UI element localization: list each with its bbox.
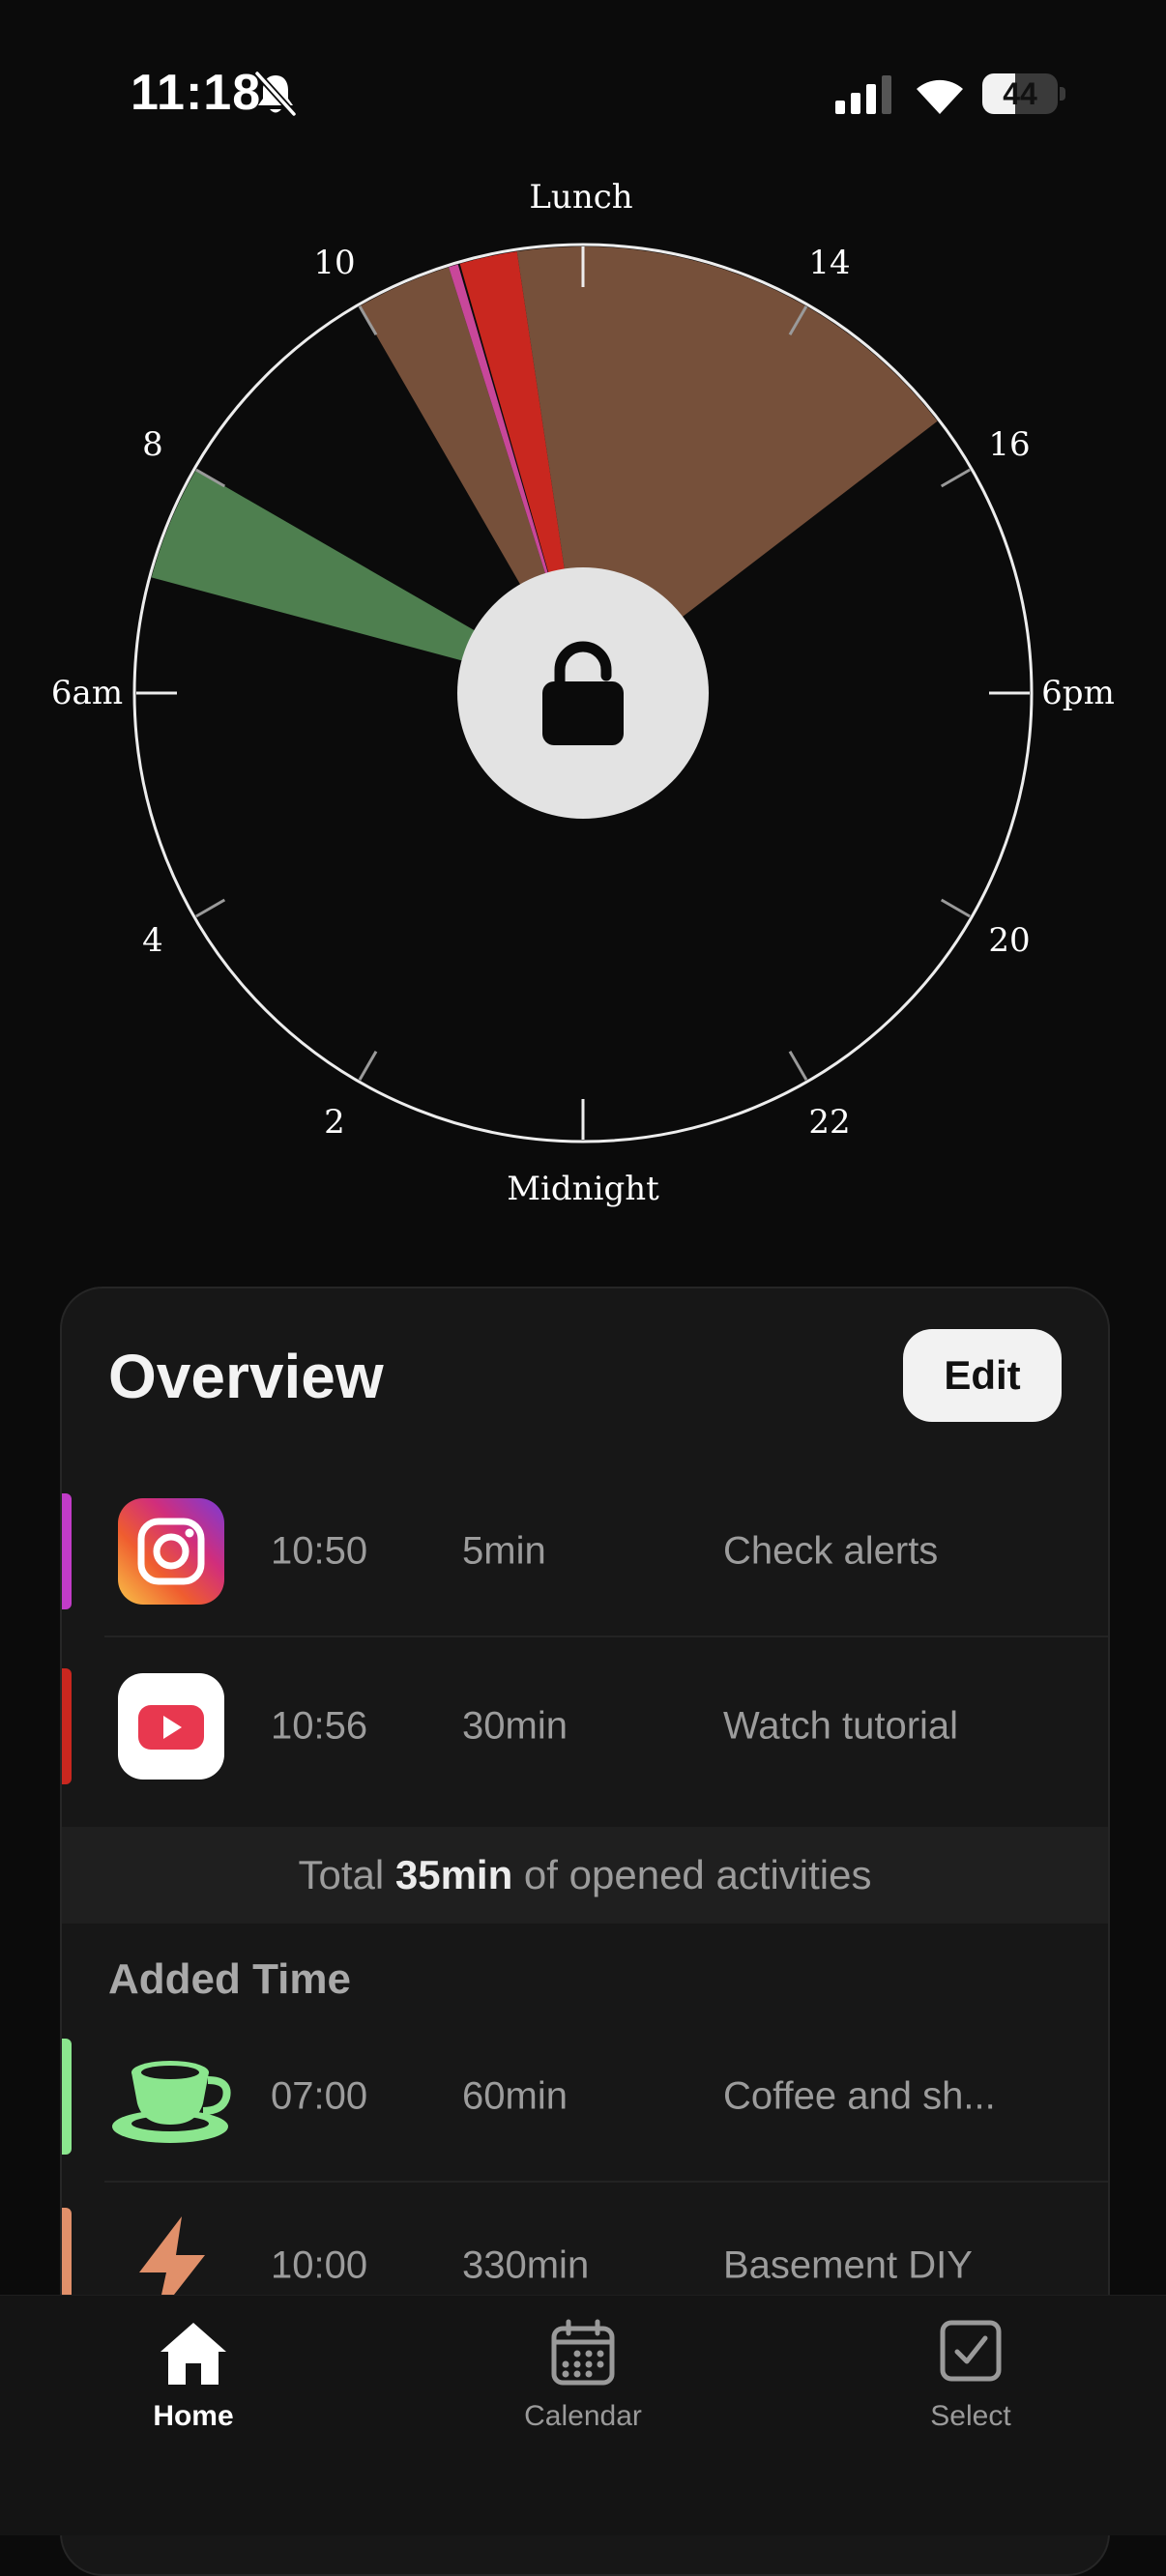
clock-tick-16 [940,468,971,488]
checkbox-icon [940,2320,1002,2382]
total-summary: Total 35min of opened activities [62,1827,1108,1924]
added-time-row[interactable]: 07:00 60min Coffee and sh... [62,2011,1108,2183]
label-lunch: Lunch [529,178,633,217]
bell-off-icon [254,71,297,117]
calendar-icon [551,2319,615,2386]
tab-home[interactable]: Home [77,2319,309,2445]
activity-duration: 60min [462,2074,568,2118]
label-6am: 6am [50,674,124,712]
label-hour-4: 4 [142,921,163,960]
label-hour-22: 22 [808,1103,851,1142]
activity-time: 07:00 [271,2074,368,2118]
activity-time: 10:50 [271,1529,368,1573]
label-hour-14: 14 [808,244,851,282]
coffee-cup-icon [112,2061,231,2143]
activity-time: 10:56 [271,1704,368,1748]
activity-label: Check alerts [723,1529,939,1573]
total-value: 35min [394,1852,513,1897]
overview-title: Overview [108,1342,384,1411]
added-time-title: Added Time [108,1955,352,2003]
activity-time: 10:00 [271,2243,368,2287]
battery-indicator: 44 [982,73,1065,114]
tab-select-label: Select [930,2400,1011,2432]
battery-percent: 44 [1003,76,1037,111]
label-hour-2: 2 [324,1103,345,1142]
tab-home-label: Home [153,2400,234,2432]
activity-label: Basement DIY [723,2243,973,2287]
activity-duration: 30min [462,1704,568,1748]
activity-color-bar [62,1493,72,1609]
total-prefix: Total [298,1852,395,1897]
wifi-icon [917,79,963,114]
total-suffix: of opened activities [512,1852,872,1897]
activity-label: Watch tutorial [723,1704,959,1748]
instagram-icon [118,1498,224,1605]
label-hour-8: 8 [142,425,163,464]
lock-toggle-button[interactable] [457,567,709,819]
edit-button[interactable]: Edit [903,1329,1062,1422]
clock-tick-20 [940,898,971,918]
activity-row[interactable]: 10:50 5min Check alerts [62,1465,1108,1637]
unlock-icon [542,641,624,745]
activity-color-bar [62,2039,72,2155]
tab-bar: Home Calendar Select [0,2295,1166,2535]
clock-tick-4 [195,898,226,918]
activity-color-bar [62,1668,72,1784]
tab-calendar[interactable]: Calendar [467,2319,699,2445]
activity-row[interactable]: 10:56 30min Watch tutorial [62,1640,1108,1812]
activity-duration: 5min [462,1529,546,1573]
tab-calendar-label: Calendar [524,2400,642,2432]
clock-tick-22 [788,1050,808,1081]
label-hour-16: 16 [988,425,1031,464]
row-divider [104,1635,1108,1637]
activity-label: Coffee and sh... [723,2074,996,2118]
label-6pm: 6pm [1041,674,1115,712]
home-icon [160,2323,226,2385]
cellular-signal-icon [835,75,891,114]
activity-duration: 330min [462,2243,590,2287]
youtube-icon [118,1673,224,1780]
day-clock[interactable]: Lunch Midnight 6am 6pm 2 4 8 10 14 16 20… [0,155,1166,1237]
label-hour-20: 20 [988,921,1031,960]
tab-select[interactable]: Select [855,2319,1087,2445]
label-midnight: Midnight [507,1170,659,1208]
clock-tick-2 [358,1050,378,1081]
status-time: 11:18 [131,65,262,121]
label-hour-10: 10 [313,244,356,282]
